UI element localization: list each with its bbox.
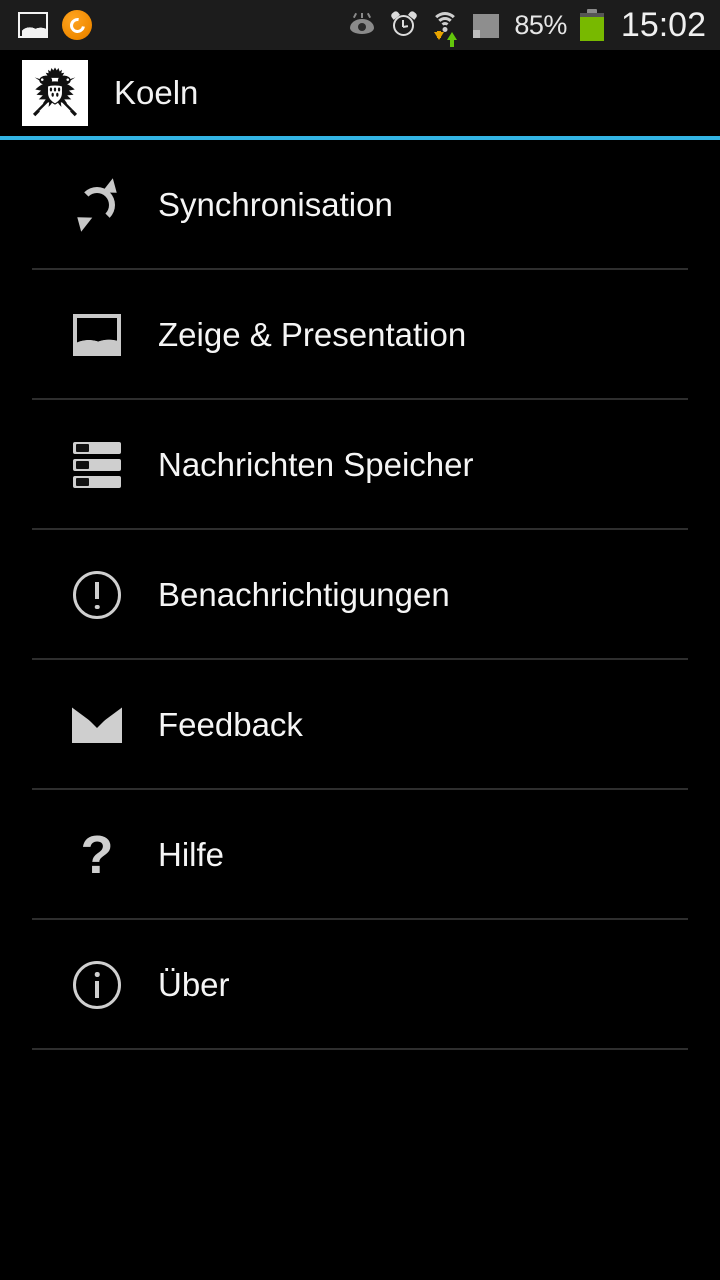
smart-stay-eye-icon (348, 12, 378, 35)
image-icon (66, 314, 128, 356)
storage-icon (66, 442, 128, 488)
app-notification-icon (62, 10, 92, 40)
page-title: Koeln (114, 74, 199, 111)
koeln-coat-of-arms-logo[interactable] (22, 60, 88, 126)
list-item-synchronisation[interactable]: Synchronisation (0, 140, 720, 270)
list-divider (32, 1048, 688, 1050)
list-item-label: Hilfe (158, 836, 225, 873)
alarm-clock-icon (390, 10, 419, 38)
list-item-label: Feedback (158, 706, 303, 743)
list-item-ueber[interactable]: Über (0, 920, 720, 1050)
list-item-label: Benachrichtigungen (158, 576, 450, 613)
list-item-zeige-presentation[interactable]: Zeige & Presentation (0, 270, 720, 400)
list-item-hilfe[interactable]: ? Hilfe (0, 790, 720, 920)
status-bar-clock: 15:02 (620, 5, 706, 44)
list-item-label: Synchronisation (158, 186, 393, 223)
app-bar: Koeln (0, 50, 720, 136)
sync-icon (66, 178, 128, 232)
list-item-nachrichten-speicher[interactable]: Nachrichten Speicher (0, 400, 720, 530)
alert-circle-icon (66, 571, 128, 619)
status-bar[interactable]: 85% 15:02 (0, 0, 720, 50)
list-item-feedback[interactable]: Feedback (0, 660, 720, 790)
list-item-label: Nachrichten Speicher (158, 446, 474, 483)
wifi-data-transfer-icon (430, 12, 460, 47)
cellular-signal-icon (473, 12, 501, 38)
list-item-label: Zeige & Presentation (158, 316, 467, 353)
list-item-benachrichtigungen[interactable]: Benachrichtigungen (0, 530, 720, 660)
screenshot-gallery-icon (18, 12, 48, 38)
list-item-label: Über (158, 966, 230, 1003)
status-bar-right-icons: 85% 15:02 (348, 5, 706, 47)
battery-percent-label: 85% (514, 9, 567, 40)
battery-icon (579, 9, 604, 41)
status-bar-left-icons (18, 10, 92, 40)
mail-envelope-icon (66, 707, 128, 743)
settings-list: Synchronisation Zeige & Presentation Nac… (0, 140, 720, 1050)
question-mark-icon: ? (80, 825, 114, 885)
info-circle-icon (66, 961, 128, 1009)
